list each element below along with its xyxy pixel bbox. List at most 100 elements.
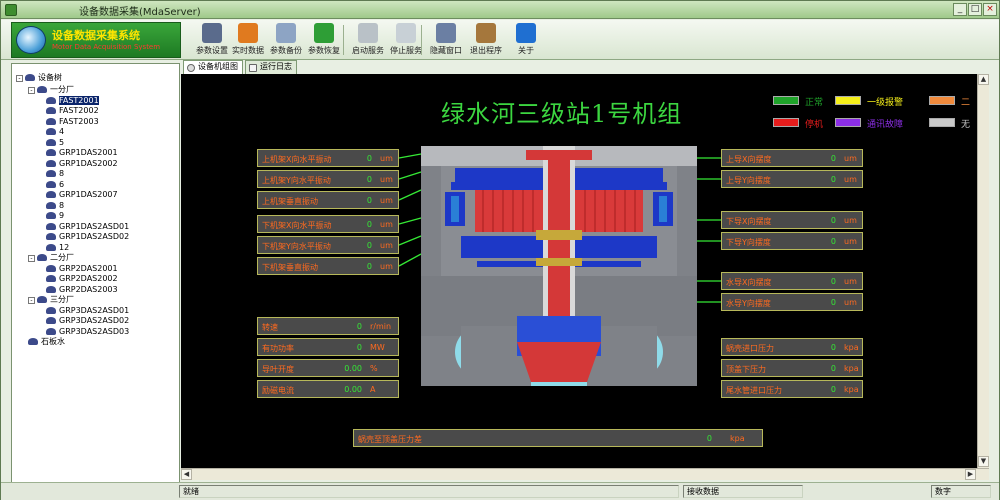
- close-button[interactable]: ×: [983, 3, 997, 16]
- tree-branch[interactable]: - 三分厂: [28, 294, 74, 305]
- vertical-scrollbar[interactable]: ▲ ▼: [977, 74, 989, 468]
- toolbar-button-6[interactable]: 隐藏窗口: [427, 23, 465, 58]
- tab-unit-diagram[interactable]: 设备机组图: [183, 60, 243, 74]
- tree-device[interactable]: GRP1DAS2002: [46, 158, 118, 169]
- tree-device[interactable]: GRP1DAS2ASD02: [46, 231, 129, 242]
- status-receive: 接收数据: [683, 485, 803, 498]
- tree-device[interactable]: GRP2DAS2001: [46, 263, 118, 274]
- tree-device[interactable]: GRP1DAS2007: [46, 189, 118, 200]
- sensor-readout[interactable]: 水导X向摆度 0 um: [721, 272, 863, 290]
- sensor-unit: um: [844, 175, 857, 184]
- collapse-icon[interactable]: -: [28, 87, 35, 94]
- sensor-name: 上导Y向摆度: [726, 176, 771, 185]
- sensor-name: 导叶开度: [262, 365, 294, 374]
- realtime-data-icon: [238, 23, 258, 43]
- scroll-left-button[interactable]: ◀: [181, 469, 192, 480]
- tree-device[interactable]: FAST2003: [46, 116, 99, 127]
- sensor-name: 上导X向摆度: [726, 155, 772, 164]
- tree-device[interactable]: GRP2DAS2002: [46, 273, 118, 284]
- sensor-value: 0: [366, 196, 372, 205]
- tree-device[interactable]: 9: [46, 210, 64, 221]
- collapse-icon[interactable]: -: [16, 75, 23, 82]
- sensor-readout[interactable]: 转速 0 r/min: [257, 317, 399, 335]
- sensor-readout[interactable]: 有功功率 0 MW: [257, 338, 399, 356]
- sensor-readout[interactable]: 尾水管进口压力 0 kpa: [721, 380, 863, 398]
- sensor-name: 蜗壳至顶盖压力差: [358, 435, 422, 444]
- app-icon: [5, 4, 17, 16]
- scroll-up-button[interactable]: ▲: [978, 74, 989, 85]
- sensor-readout[interactable]: 水导Y向摆度 0 um: [721, 293, 863, 311]
- sensor-value: 0: [356, 343, 362, 352]
- tree-node-label: 4: [59, 127, 65, 136]
- sensor-readout[interactable]: 上导Y向摆度 0 um: [721, 170, 863, 188]
- sensor-readout[interactable]: 顶盖下压力 0 kpa: [721, 359, 863, 377]
- collapse-icon[interactable]: -: [28, 297, 35, 304]
- tree-node-label: 三分厂: [50, 295, 74, 304]
- toolbar-button-3[interactable]: 参数恢复: [305, 23, 343, 58]
- scroll-right-button[interactable]: ▶: [965, 469, 976, 480]
- tree-device[interactable]: FAST2002: [46, 105, 99, 116]
- exit-icon: [476, 23, 496, 43]
- sensor-readout[interactable]: 下导X向摆度 0 um: [721, 211, 863, 229]
- sensor-name: 下机架垂直振动: [262, 263, 318, 272]
- tree-device[interactable]: 6: [46, 179, 64, 190]
- tab-run-log[interactable]: 运行日志: [245, 60, 297, 74]
- sensor-unit: kpa: [844, 385, 859, 394]
- tree-device[interactable]: FAST2001: [46, 95, 99, 106]
- tree-root[interactable]: - 设备树: [16, 72, 62, 83]
- maximize-button[interactable]: □: [968, 3, 982, 16]
- toolbar-button-1[interactable]: 实时数据: [229, 23, 267, 58]
- toolbar-button-0[interactable]: 参数设置: [193, 23, 231, 58]
- tree-device[interactable]: GRP3DAS2ASD02: [46, 315, 129, 326]
- sensor-readout[interactable]: 上机架X向水平振动 0 um: [257, 149, 399, 167]
- tree-device[interactable]: GRP1DAS2001: [46, 147, 118, 158]
- sensor-readout[interactable]: 导叶开度 0.00%: [257, 359, 399, 377]
- tree-branch[interactable]: - 二分厂: [28, 252, 74, 263]
- tree-device[interactable]: GRP1DAS2ASD01: [46, 221, 129, 232]
- toolbar-button-label: 隐藏窗口: [430, 46, 462, 55]
- device-icon: [46, 285, 56, 293]
- toolbar-button-2[interactable]: 参数备份: [267, 23, 305, 58]
- toolbar-button-label: 退出程序: [470, 46, 502, 55]
- device-icon: [46, 107, 56, 114]
- tree-device[interactable]: 4: [46, 126, 64, 137]
- device-tree: - 设备树 - 一分厂 FAST2001 FAST2002 FAST2003 4 5 GRP1DA…: [11, 63, 180, 483]
- sensor-readout[interactable]: 励磁电流 0.00 A: [257, 380, 399, 398]
- title-bar[interactable]: 设备数据采集(MdaServer) _ □ ×: [1, 1, 999, 19]
- tree-branch[interactable]: 石板水: [28, 336, 65, 347]
- tree-device[interactable]: 8: [46, 168, 64, 179]
- sensor-readout[interactable]: 上机架Y向水平振动 0 um: [257, 170, 399, 188]
- sensor-readout[interactable]: 下机架垂直振动 0 um: [257, 257, 399, 275]
- status-ready: 就绪: [179, 485, 679, 498]
- sensor-value: 0: [830, 364, 836, 373]
- toolbar-button-4[interactable]: 启动服务: [349, 23, 387, 58]
- minimize-button[interactable]: _: [953, 3, 967, 16]
- sensor-name: 顶盖下压力: [726, 365, 766, 374]
- sensor-unit: r/min: [370, 322, 392, 331]
- tree-device[interactable]: 8: [46, 200, 64, 211]
- tree-device[interactable]: GRP3DAS2ASD03: [46, 326, 129, 337]
- tree-device[interactable]: 5: [46, 137, 64, 148]
- tree-device[interactable]: GRP3DAS2ASD01: [46, 305, 129, 316]
- tree-device[interactable]: GRP2DAS2003: [46, 284, 118, 295]
- tree-node-label: GRP1DAS2001: [59, 148, 118, 157]
- toolbar-button-8[interactable]: 关于: [507, 23, 545, 58]
- tree-branch[interactable]: - 一分厂: [28, 84, 74, 95]
- sensor-readout[interactable]: 上导X向摆度 0 um: [721, 149, 863, 167]
- sensor-readout[interactable]: 蜗壳进口压力 0 kpa: [721, 338, 863, 356]
- sensor-unit: um: [380, 241, 393, 250]
- toolbar-button-5[interactable]: 停止服务: [387, 23, 425, 58]
- sensor-readout[interactable]: 下机架Y向水平振动 0 um: [257, 236, 399, 254]
- sensor-readout[interactable]: 下机架X向水平振动 0 um: [257, 215, 399, 233]
- scroll-down-button[interactable]: ▼: [978, 456, 989, 467]
- horizontal-scrollbar[interactable]: ◀ ▶: [181, 468, 989, 480]
- sensor-unit: um: [380, 175, 393, 184]
- sensor-value: 0: [830, 343, 836, 352]
- logo-title: 设备数据采集系统: [52, 29, 140, 42]
- collapse-icon[interactable]: -: [28, 255, 35, 262]
- sensor-readout[interactable]: 下导Y向摆度 0 um: [721, 232, 863, 250]
- sensor-readout[interactable]: 蜗壳至顶盖压力差 0 kpa: [353, 429, 763, 447]
- toolbar-button-7[interactable]: 退出程序: [467, 23, 505, 58]
- sensor-readout[interactable]: 上机架垂直振动 0 um: [257, 191, 399, 209]
- tree-device[interactable]: 12: [46, 242, 69, 253]
